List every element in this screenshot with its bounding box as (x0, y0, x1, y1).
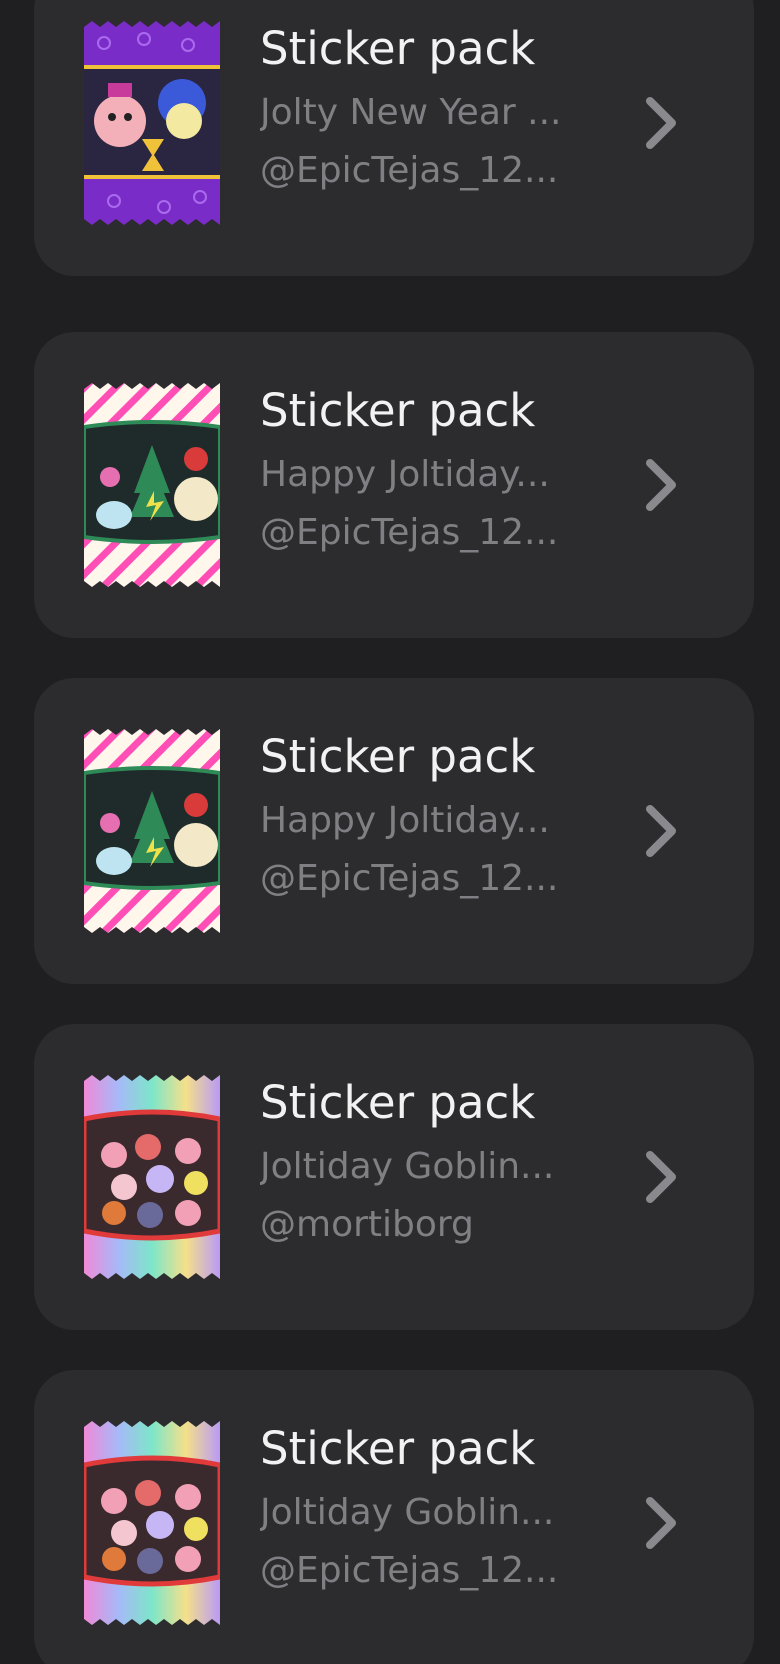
sticker-pack-card[interactable]: Sticker pack Joltiday Goblin... @mortibo… (34, 1024, 754, 1330)
pack-author: @EpicTejas_12... (260, 1550, 559, 1591)
pack-title: Sticker pack (260, 730, 536, 783)
sticker-pack-list: Sticker pack Jolty New Year ... @EpicTej… (0, 0, 780, 1664)
sticker-pack-thumbnail (84, 21, 220, 225)
pack-author: @EpicTejas_12... (260, 858, 559, 899)
sticker-pack-thumbnail (84, 729, 220, 933)
pack-author: @EpicTejas_12... (260, 512, 559, 553)
chevron-right-icon (642, 803, 682, 859)
pack-author: @EpicTejas_12... (260, 150, 559, 191)
pack-description: Happy Joltiday... (260, 800, 550, 841)
pack-title: Sticker pack (260, 1076, 536, 1129)
pack-title: Sticker pack (260, 22, 536, 75)
pack-wrapper-image (84, 1421, 220, 1625)
chevron-right-icon (642, 95, 682, 151)
sticker-pack-card[interactable]: Sticker pack Joltiday Goblin... @EpicTej… (34, 1370, 754, 1664)
sticker-pack-thumbnail (84, 383, 220, 587)
sticker-pack-thumbnail (84, 1075, 220, 1279)
pack-wrapper-image (84, 1075, 220, 1279)
sticker-pack-card[interactable]: Sticker pack Happy Joltiday... @EpicTeja… (34, 678, 754, 984)
pack-description: Happy Joltiday... (260, 454, 550, 495)
pack-wrapper-image (84, 383, 220, 587)
chevron-right-icon (642, 1149, 682, 1205)
pack-author: @mortiborg (260, 1204, 474, 1245)
pack-wrapper-image (84, 729, 220, 933)
chevron-right-icon (642, 1495, 682, 1551)
pack-description: Joltiday Goblin... (260, 1492, 555, 1533)
chevron-right-icon (642, 457, 682, 513)
pack-title: Sticker pack (260, 1422, 536, 1475)
pack-title: Sticker pack (260, 384, 536, 437)
sticker-pack-card[interactable]: Sticker pack Jolty New Year ... @EpicTej… (34, 0, 754, 276)
pack-description: Jolty New Year ... (260, 92, 562, 133)
pack-description: Joltiday Goblin... (260, 1146, 555, 1187)
sticker-pack-card[interactable]: Sticker pack Happy Joltiday... @EpicTeja… (34, 332, 754, 638)
sticker-pack-thumbnail (84, 1421, 220, 1625)
pack-wrapper-image (84, 21, 220, 225)
